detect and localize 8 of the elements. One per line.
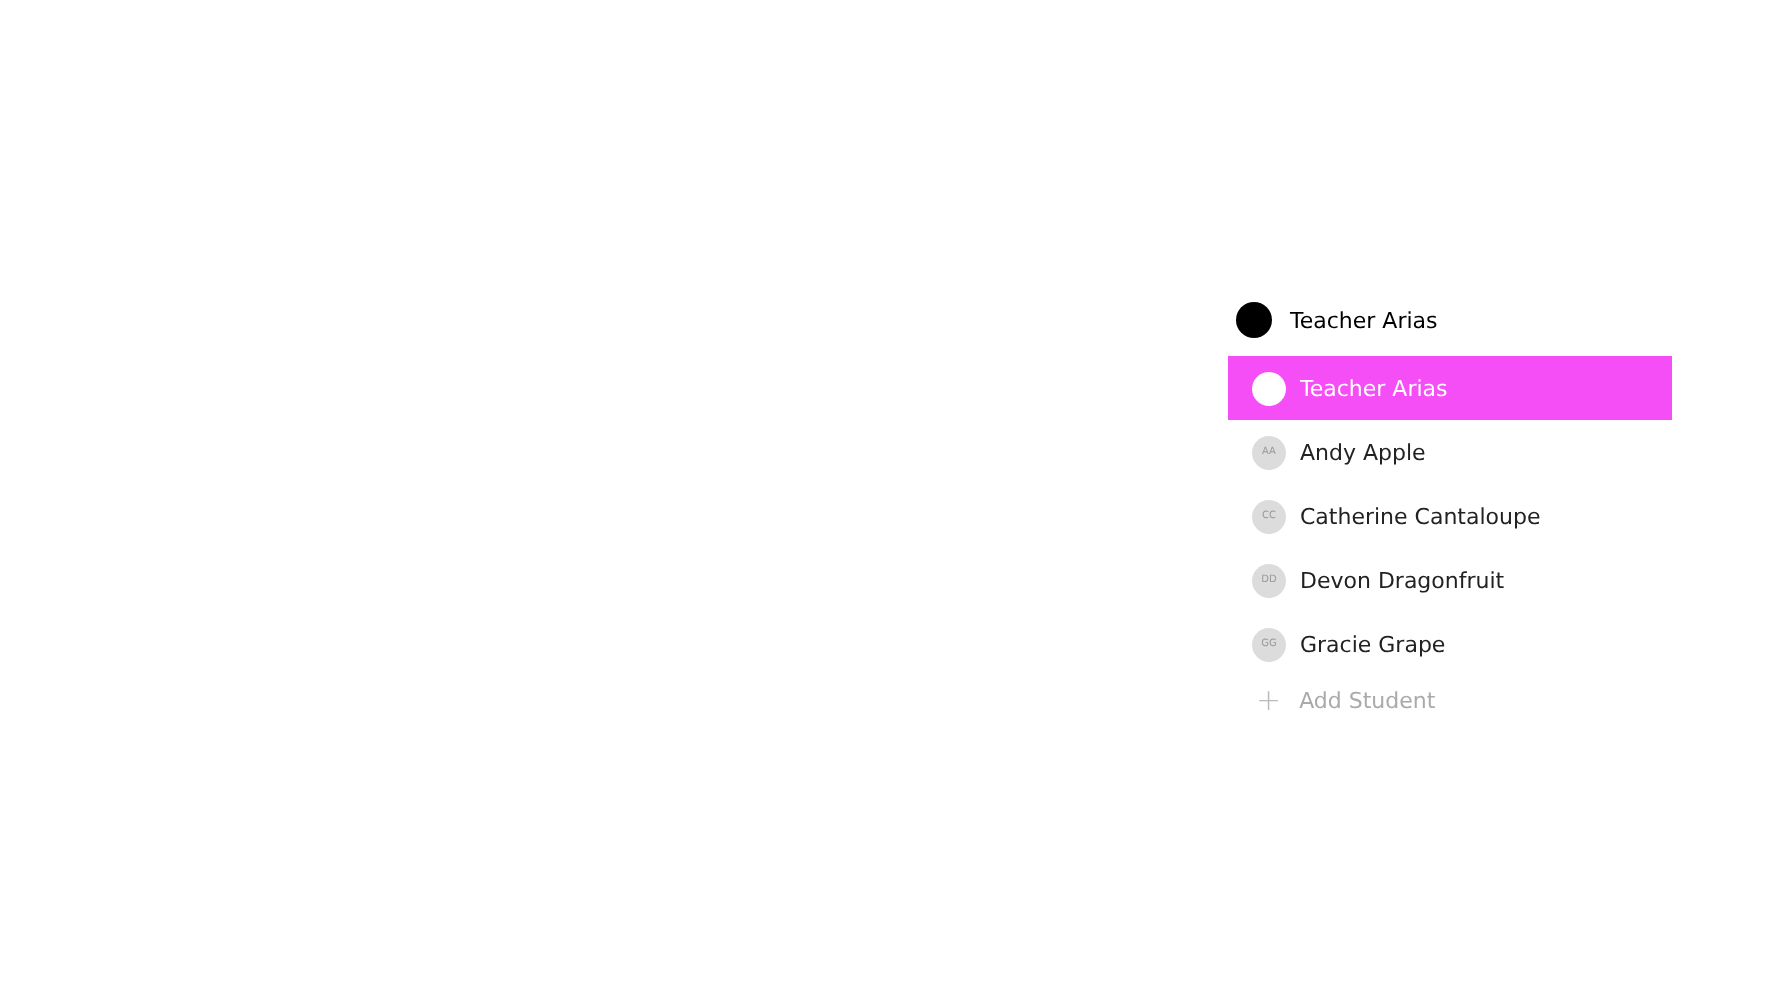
avatar-icon [1236,302,1272,338]
member-name: Catherine Cantaloupe [1300,503,1541,529]
member-name: Teacher Arias [1300,375,1448,401]
member-name: Gracie Grape [1300,631,1446,657]
member-name: Andy Apple [1300,439,1426,465]
user-name: Teacher Arias [1290,307,1438,333]
member-name: Devon Dragonfruit [1300,567,1505,593]
avatar-icon [1252,371,1286,405]
